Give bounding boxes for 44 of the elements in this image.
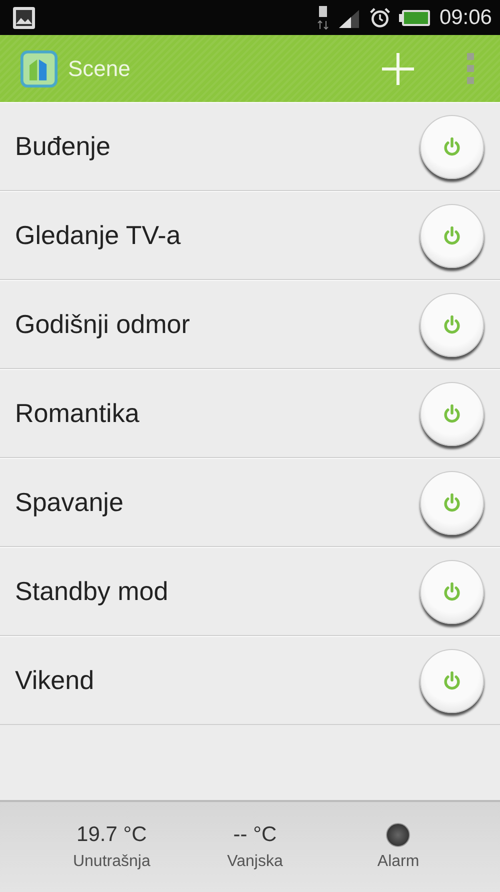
battery-icon bbox=[399, 8, 432, 26]
scene-row[interactable]: Vikend bbox=[0, 636, 500, 725]
screen-title: Scene bbox=[68, 56, 130, 82]
scene-row[interactable]: Buđenje bbox=[0, 102, 500, 191]
power-button[interactable] bbox=[420, 560, 484, 624]
signal-icon bbox=[337, 8, 362, 28]
power-icon bbox=[441, 224, 463, 246]
power-button[interactable] bbox=[420, 204, 484, 268]
scene-name: Standby mod bbox=[15, 576, 168, 607]
footer-label: Unutrašnja bbox=[72, 853, 150, 871]
scene-name: Buđenje bbox=[15, 131, 110, 162]
scene-row[interactable]: Spavanje bbox=[0, 458, 500, 547]
plus-icon bbox=[380, 50, 416, 86]
power-button[interactable] bbox=[420, 114, 484, 178]
footer-label: Alarm bbox=[377, 853, 420, 871]
power-button[interactable] bbox=[420, 382, 484, 446]
power-button[interactable] bbox=[420, 470, 484, 534]
data-transfer-icon bbox=[317, 4, 330, 30]
power-icon bbox=[441, 314, 463, 336]
power-icon bbox=[441, 670, 463, 692]
power-icon bbox=[441, 136, 463, 158]
power-button[interactable] bbox=[420, 648, 484, 712]
power-icon bbox=[441, 580, 463, 602]
alarm-clock-icon bbox=[369, 6, 392, 28]
scene-name: Godišnji odmor bbox=[15, 309, 190, 340]
scene-name: Romantika bbox=[15, 398, 140, 429]
app-logo-icon bbox=[20, 50, 58, 88]
temperature-value: 19.7 °C bbox=[76, 823, 147, 847]
scene-row[interactable]: Romantika bbox=[0, 369, 500, 458]
footer-label: Vanjska bbox=[227, 853, 283, 871]
power-button[interactable] bbox=[420, 292, 484, 356]
power-icon bbox=[441, 402, 463, 424]
scene-row[interactable]: Standby mod bbox=[0, 547, 500, 636]
scene-name: Spavanje bbox=[15, 487, 124, 518]
scene-row[interactable]: Godišnji odmor bbox=[0, 280, 500, 369]
clock-time: 09:06 bbox=[439, 6, 492, 30]
scene-name: Vikend bbox=[15, 665, 94, 696]
scene-name: Gledanje TV-a bbox=[15, 220, 181, 251]
add-button[interactable] bbox=[380, 50, 416, 86]
power-icon bbox=[441, 492, 463, 514]
image-icon bbox=[12, 6, 36, 30]
menu-icon bbox=[466, 50, 476, 86]
scene-row[interactable]: Gledanje TV-a bbox=[0, 191, 500, 280]
temperature-value: -- °C bbox=[233, 823, 277, 847]
